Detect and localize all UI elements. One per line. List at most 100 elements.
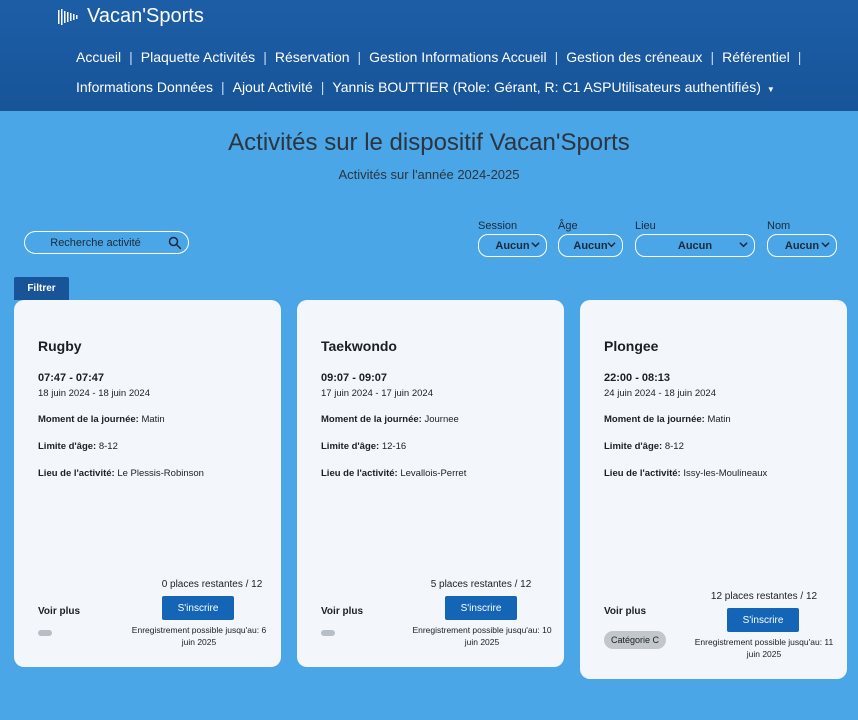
lieu-value: Issy-les-Moulineaux bbox=[683, 468, 768, 479]
lieu-label: Lieu de l'activité: bbox=[38, 468, 115, 479]
chevron-down-icon bbox=[607, 242, 616, 248]
age-label: Limite d'âge: bbox=[604, 441, 663, 452]
activity-name: Taekwondo bbox=[321, 338, 397, 354]
places-remaining: 0 places restantes / 12 bbox=[161, 579, 263, 590]
age-value: 8-12 bbox=[664, 441, 684, 452]
nav-ajout-activite[interactable]: Ajout Activité bbox=[233, 79, 313, 95]
moment-value: Matin bbox=[707, 414, 731, 425]
activity-age: Limite d'âge: 8-12 bbox=[38, 441, 118, 452]
brand[interactable]: Vacan'Sports bbox=[57, 5, 204, 28]
search-input[interactable]: Recherche activité bbox=[24, 231, 189, 254]
lieu-select[interactable]: Aucun bbox=[635, 234, 755, 257]
category-badge: Catégorie C bbox=[604, 631, 667, 649]
places-remaining: 5 places restantes / 12 bbox=[430, 579, 532, 590]
search-placeholder: Recherche activité bbox=[50, 236, 141, 249]
sinscrire-button[interactable]: S'inscrire bbox=[727, 608, 799, 632]
activity-moment: Moment de la journée: Matin bbox=[38, 414, 165, 425]
moment-value: Journee bbox=[424, 414, 459, 425]
nav-informations-donnees[interactable]: Informations Données bbox=[76, 79, 213, 95]
nav-separator: | bbox=[320, 79, 325, 95]
age-label: Limite d'âge: bbox=[321, 441, 380, 452]
user-menu[interactable]: Yannis BOUTTIER (Role: Gérant, R: C1 ASP… bbox=[332, 79, 774, 95]
activity-moment: Moment de la journée: Matin bbox=[604, 414, 731, 425]
nav-gestion-creneaux[interactable]: Gestion des créneaux bbox=[566, 49, 702, 65]
lieu-value: Le Plessis-Robinson bbox=[117, 468, 204, 479]
registration-deadline: Enregistrement possible jusqu'au: 10 jui… bbox=[412, 625, 552, 647]
lieu-label: Lieu de l'activité: bbox=[321, 468, 398, 479]
nom-select-value: Aucun bbox=[784, 239, 820, 252]
chevron-down-icon bbox=[821, 242, 830, 248]
nav-separator: | bbox=[797, 49, 802, 65]
moment-value: Matin bbox=[141, 414, 165, 425]
activity-dates: 18 juin 2024 - 18 juin 2024 bbox=[38, 388, 150, 399]
nav-separator: | bbox=[357, 49, 362, 65]
user-menu-label: Yannis BOUTTIER (Role: Gérant, R: C1 ASP… bbox=[332, 79, 761, 95]
session-select-value: Aucun bbox=[495, 239, 530, 252]
nom-select[interactable]: Aucun bbox=[767, 234, 837, 257]
activity-time: 07:47 - 07:47 bbox=[38, 372, 105, 384]
page-subtitle: Activités sur l'année 2024-2025 bbox=[338, 167, 520, 182]
nav-referentiel[interactable]: Référentiel bbox=[722, 49, 790, 65]
age-value: 12-16 bbox=[381, 441, 407, 452]
top-navbar: Vacan'Sports Accueil | Plaquette Activit… bbox=[0, 0, 858, 111]
activity-age: Limite d'âge: 8-12 bbox=[604, 441, 684, 452]
activity-dates: 17 juin 2024 - 17 juin 2024 bbox=[321, 388, 433, 399]
voir-plus-link[interactable]: Voir plus bbox=[38, 606, 80, 617]
activity-card: Plongee 22:00 - 08:13 24 juin 2024 - 18 … bbox=[580, 300, 847, 679]
age-select-value: Aucun bbox=[573, 239, 608, 252]
filter-label-session: Session bbox=[478, 220, 518, 232]
activity-moment: Moment de la journée: Journee bbox=[321, 414, 459, 425]
category-badge bbox=[38, 630, 52, 636]
nav-separator: | bbox=[129, 49, 133, 65]
chevron-down-icon bbox=[739, 242, 748, 248]
age-label: Limite d'âge: bbox=[38, 441, 97, 452]
moment-label: Moment de la journée: bbox=[38, 414, 139, 425]
chevron-down-icon bbox=[531, 242, 540, 248]
nav-plaquette-activites[interactable]: Plaquette Activités bbox=[141, 49, 255, 65]
sinscrire-button[interactable]: S'inscrire bbox=[445, 596, 517, 620]
activity-name: Plongee bbox=[604, 338, 659, 354]
voir-plus-link[interactable]: Voir plus bbox=[604, 606, 646, 617]
registration-deadline: Enregistrement possible jusqu'au: 6 juin… bbox=[131, 625, 267, 647]
activity-card: Rugby 07:47 - 07:47 18 juin 2024 - 18 ju… bbox=[14, 300, 281, 667]
lieu-select-value: Aucun bbox=[677, 239, 713, 252]
activity-dates: 24 juin 2024 - 18 juin 2024 bbox=[604, 388, 716, 399]
nav-accueil[interactable]: Accueil bbox=[76, 49, 121, 65]
activity-card: Taekwondo 09:07 - 09:07 17 juin 2024 - 1… bbox=[297, 300, 564, 667]
nav-gestion-informations-accueil[interactable]: Gestion Informations Accueil bbox=[369, 49, 546, 65]
nav-separator: | bbox=[710, 49, 715, 65]
activity-name: Rugby bbox=[38, 338, 82, 354]
places-remaining: 12 places restantes / 12 bbox=[710, 591, 818, 602]
category-badge bbox=[321, 630, 335, 636]
moment-label: Moment de la journée: bbox=[321, 414, 422, 425]
activity-lieu: Lieu de l'activité: Issy-les-Moulineaux bbox=[604, 468, 767, 479]
search-icon[interactable] bbox=[168, 236, 182, 250]
nav-separator: | bbox=[220, 79, 225, 95]
caret-down-icon: ▼ bbox=[766, 85, 775, 94]
filter-button[interactable]: Filtrer bbox=[14, 277, 69, 300]
voir-plus-link[interactable]: Voir plus bbox=[321, 606, 363, 617]
lieu-label: Lieu de l'activité: bbox=[604, 468, 681, 479]
age-select[interactable]: Aucun bbox=[558, 234, 623, 257]
nav-separator: | bbox=[263, 49, 267, 65]
wave-bars-logo bbox=[58, 8, 78, 25]
brand-name: Vacan'Sports bbox=[87, 5, 204, 27]
activity-time: 22:00 - 08:13 bbox=[604, 372, 671, 384]
page-title: Activités sur le dispositif Vacan'Sports bbox=[228, 129, 630, 156]
activity-time: 09:07 - 09:07 bbox=[321, 372, 388, 384]
activity-lieu: Lieu de l'activité: Le Plessis-Robinson bbox=[38, 468, 204, 479]
filter-label-lieu: Lieu bbox=[635, 220, 656, 232]
nav-separator: | bbox=[554, 49, 559, 65]
moment-label: Moment de la journée: bbox=[604, 414, 705, 425]
nav-row-1: Accueil | Plaquette Activités | Réservat… bbox=[76, 49, 809, 65]
sinscrire-button[interactable]: S'inscrire bbox=[162, 596, 234, 620]
activity-lieu: Lieu de l'activité: Levallois-Perret bbox=[321, 468, 466, 479]
age-value: 8-12 bbox=[98, 441, 118, 452]
nav-reservation[interactable]: Réservation bbox=[275, 49, 350, 65]
activity-age: Limite d'âge: 12-16 bbox=[321, 441, 406, 452]
registration-deadline: Enregistrement possible jusqu'au: 11 jui… bbox=[694, 637, 834, 659]
session-select[interactable]: Aucun bbox=[478, 234, 547, 257]
filter-label-age: Âge bbox=[558, 220, 578, 232]
filter-label-nom: Nom bbox=[767, 220, 791, 232]
nav-row-2: Informations Données | Ajout Activité | … bbox=[76, 79, 775, 95]
